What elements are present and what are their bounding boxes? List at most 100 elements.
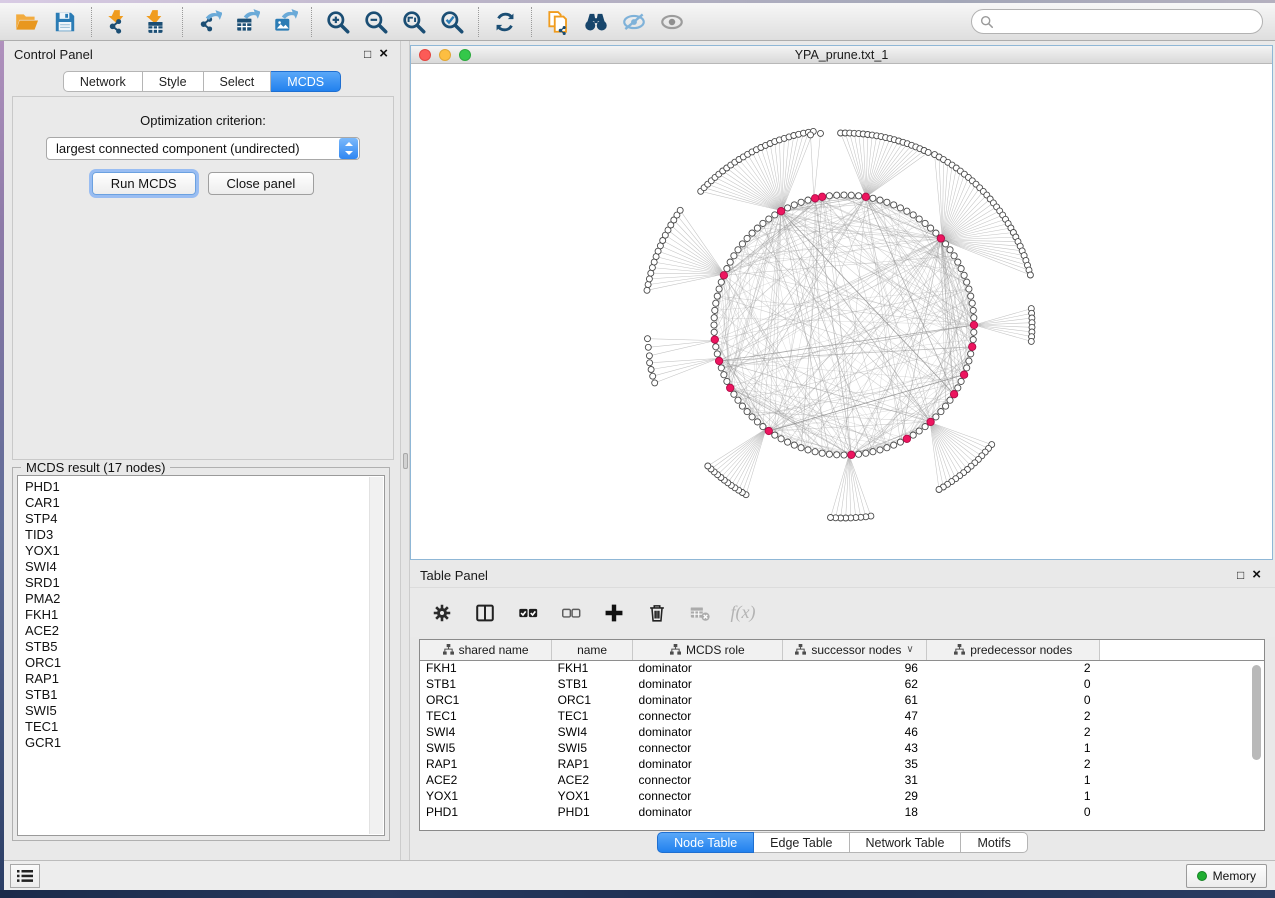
network-window-titlebar[interactable]: YPA_prune.txt_1 (411, 46, 1272, 64)
hide-selected-button[interactable] (615, 6, 653, 38)
cell-successor-nodes[interactable]: 47 (782, 708, 927, 724)
splitter-handle[interactable] (403, 453, 408, 469)
import-network-button[interactable] (99, 6, 137, 38)
cell-name[interactable]: STB1 (552, 676, 633, 692)
cell-MCDS-role[interactable]: dominator (633, 660, 783, 676)
mcds-result-item[interactable]: ORC1 (25, 655, 384, 671)
cell-name[interactable]: ACE2 (552, 772, 633, 788)
cell-shared-name[interactable]: YOX1 (420, 788, 552, 804)
cell-successor-nodes[interactable]: 18 (782, 804, 927, 820)
mcds-result-item[interactable]: ACE2 (25, 623, 384, 639)
cell-predecessor-nodes[interactable]: 0 (927, 676, 1100, 692)
refresh-button[interactable] (486, 6, 524, 38)
cell-predecessor-nodes[interactable]: 0 (927, 804, 1100, 820)
columns-button[interactable] (471, 599, 499, 627)
zoom-in-button[interactable] (319, 6, 357, 38)
cell-MCDS-role[interactable]: dominator (633, 724, 783, 740)
mcds-result-item[interactable]: SWI5 (25, 703, 384, 719)
cell-shared-name[interactable]: SWI5 (420, 740, 552, 756)
table-row[interactable]: STB1STB1dominator620 (420, 676, 1264, 692)
cell-shared-name[interactable]: ORC1 (420, 692, 552, 708)
cell-successor-nodes[interactable]: 43 (782, 740, 927, 756)
column-header-predecessor-nodes[interactable]: predecessor nodes (927, 640, 1100, 660)
mcds-result-item[interactable]: STB1 (25, 687, 384, 703)
table-row[interactable]: YOX1YOX1connector291 (420, 788, 1264, 804)
mcds-result-item[interactable]: SRD1 (25, 575, 384, 591)
cell-shared-name[interactable]: RAP1 (420, 756, 552, 772)
cell-shared-name[interactable]: ACE2 (420, 772, 552, 788)
cell-predecessor-nodes[interactable]: 2 (927, 724, 1100, 740)
table-row[interactable]: FKH1FKH1dominator962 (420, 660, 1264, 676)
cell-predecessor-nodes[interactable]: 1 (927, 788, 1100, 804)
tab-network-table[interactable]: Network Table (850, 832, 962, 853)
float-panel-icon[interactable]: □ (364, 48, 371, 60)
mcds-result-item[interactable]: TID3 (25, 527, 384, 543)
zoom-fit-button[interactable] (395, 6, 433, 38)
criterion-select[interactable]: largest connected component (undirected) (46, 137, 360, 160)
column-header-shared-name[interactable]: shared name (420, 640, 552, 660)
settings-button[interactable] (428, 599, 456, 627)
column-header-successor-nodes[interactable]: successor nodes∨ (782, 640, 927, 660)
cell-name[interactable]: SWI5 (552, 740, 633, 756)
search-input[interactable] (994, 12, 1262, 32)
tab-edge-table[interactable]: Edge Table (754, 832, 849, 853)
delete-table-button[interactable] (686, 599, 714, 627)
tab-select[interactable]: Select (204, 71, 272, 92)
zoom-selected-button[interactable] (433, 6, 471, 38)
cell-shared-name[interactable]: SWI4 (420, 724, 552, 740)
cell-successor-nodes[interactable]: 29 (782, 788, 927, 804)
cell-predecessor-nodes[interactable]: 2 (927, 660, 1100, 676)
delete-button[interactable] (643, 599, 671, 627)
export-table-button[interactable] (228, 6, 266, 38)
cell-name[interactable]: RAP1 (552, 756, 633, 772)
cell-MCDS-role[interactable]: dominator (633, 676, 783, 692)
export-network-button[interactable] (190, 6, 228, 38)
import-table-button[interactable] (137, 6, 175, 38)
save-button[interactable] (46, 6, 84, 38)
column-header-name[interactable]: name (552, 640, 633, 660)
tab-node-table[interactable]: Node Table (657, 832, 754, 853)
close-panel-button[interactable]: Close panel (208, 172, 315, 195)
tab-mcds[interactable]: MCDS (271, 71, 341, 92)
result-list-scrollbar[interactable] (369, 477, 383, 834)
cell-MCDS-role[interactable]: connector (633, 788, 783, 804)
mcds-result-list[interactable]: PHD1CAR1STP4TID3YOX1SWI4SRD1PMA2FKH1ACE2… (17, 475, 385, 836)
first-neighbors-button[interactable] (577, 6, 615, 38)
tab-motifs[interactable]: Motifs (961, 832, 1027, 853)
cell-successor-nodes[interactable]: 61 (782, 692, 927, 708)
column-header-MCDS-role[interactable]: MCDS role (633, 640, 783, 660)
cell-predecessor-nodes[interactable]: 0 (927, 692, 1100, 708)
run-mcds-button[interactable]: Run MCDS (92, 172, 196, 195)
cell-MCDS-role[interactable]: dominator (633, 804, 783, 820)
network-graph[interactable] (411, 64, 1272, 559)
table-row[interactable]: ACE2ACE2connector311 (420, 772, 1264, 788)
mcds-result-item[interactable]: PMA2 (25, 591, 384, 607)
mcds-result-item[interactable]: FKH1 (25, 607, 384, 623)
table-row[interactable]: RAP1RAP1dominator352 (420, 756, 1264, 772)
mcds-result-item[interactable]: CAR1 (25, 495, 384, 511)
cell-predecessor-nodes[interactable]: 1 (927, 740, 1100, 756)
cell-name[interactable]: PHD1 (552, 804, 633, 820)
mcds-result-item[interactable]: YOX1 (25, 543, 384, 559)
cell-successor-nodes[interactable]: 31 (782, 772, 927, 788)
cell-successor-nodes[interactable]: 62 (782, 676, 927, 692)
table-row[interactable]: ORC1ORC1dominator610 (420, 692, 1264, 708)
tab-network[interactable]: Network (63, 71, 143, 92)
mcds-result-item[interactable]: TEC1 (25, 719, 384, 735)
cell-successor-nodes[interactable]: 46 (782, 724, 927, 740)
table-row[interactable]: SWI4SWI4dominator462 (420, 724, 1264, 740)
cell-name[interactable]: SWI4 (552, 724, 633, 740)
function-button[interactable]: f(x) (729, 599, 757, 627)
cell-predecessor-nodes[interactable]: 1 (927, 772, 1100, 788)
cell-shared-name[interactable]: PHD1 (420, 804, 552, 820)
close-panel-icon[interactable]: × (379, 48, 388, 60)
vertical-splitter[interactable] (400, 41, 410, 860)
mcds-result-item[interactable]: STP4 (25, 511, 384, 527)
mcds-result-item[interactable]: PHD1 (25, 479, 384, 495)
network-canvas[interactable] (411, 64, 1272, 559)
cell-MCDS-role[interactable]: connector (633, 772, 783, 788)
deselect-all-button[interactable] (557, 599, 585, 627)
mcds-result-item[interactable]: GCR1 (25, 735, 384, 751)
task-history-button[interactable] (10, 864, 40, 888)
cell-predecessor-nodes[interactable]: 2 (927, 708, 1100, 724)
